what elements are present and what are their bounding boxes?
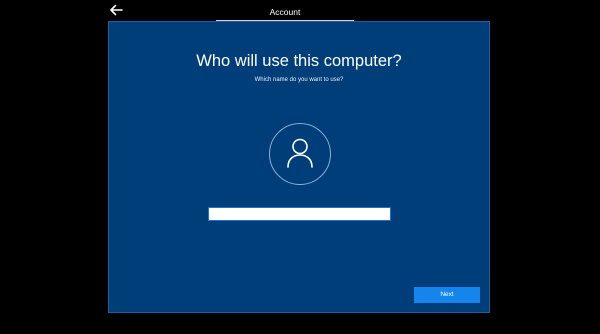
account-panel: Who will use this computer? Which name d… — [108, 21, 490, 313]
name-input[interactable] — [208, 207, 391, 221]
page-title: Who will use this computer? — [196, 52, 402, 70]
next-button[interactable]: Next — [414, 287, 480, 303]
page-subtitle: Which name do you want to use? — [254, 77, 344, 83]
setup-screen: Account Who will use this computer? Whic… — [0, 0, 600, 334]
user-icon — [287, 138, 313, 168]
back-button[interactable] — [108, 3, 124, 17]
back-arrow-icon — [110, 4, 123, 16]
avatar — [269, 123, 331, 185]
step-label: Account — [269, 7, 301, 17]
step-tab-account: Account — [216, 0, 354, 21]
